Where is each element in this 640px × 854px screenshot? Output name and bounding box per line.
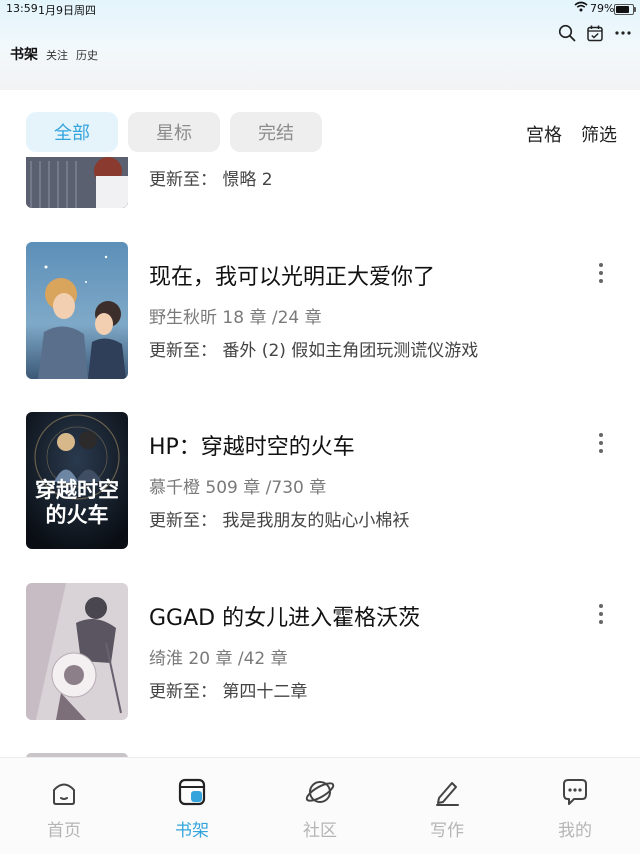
cover-title: 穿越时空的火车 xyxy=(35,478,119,527)
nav-community[interactable]: 社区 xyxy=(285,776,355,841)
more-vertical-icon[interactable] xyxy=(590,601,612,627)
filter-starred[interactable]: 星标 xyxy=(128,112,220,152)
status-date: 1月9日周四 xyxy=(38,4,96,17)
more-vertical-icon[interactable] xyxy=(590,430,612,456)
book-author: 绮淮 xyxy=(149,649,183,669)
book-title: HP：穿越时空的火车 xyxy=(149,435,355,460)
nav-label: 书架 xyxy=(175,821,209,841)
nav-me[interactable]: 我的 xyxy=(540,776,610,841)
status-time: 13:59 xyxy=(6,2,38,15)
battery-percent: 79% xyxy=(590,2,615,15)
nav-write[interactable]: 写作 xyxy=(412,776,482,841)
book-title: 现在，我可以光明正大爱你了 xyxy=(149,265,436,290)
filter-finished[interactable]: 完结 xyxy=(230,112,322,152)
tab-following[interactable]: 关注 xyxy=(46,47,68,63)
grid-view-button[interactable]: 宫格 xyxy=(526,121,562,147)
book-update: 更新至： 我是我朋友的贴心小棉袄 xyxy=(149,511,410,531)
nav-home[interactable]: 首页 xyxy=(29,776,99,841)
planet-icon xyxy=(304,776,336,808)
nav-bookshelf[interactable]: 书架 xyxy=(157,776,227,841)
book-update: 更新至： 憬略 2 xyxy=(149,170,273,190)
book-meta: 野生秋昕 18 章 /24 章 xyxy=(149,303,322,328)
battery-icon xyxy=(614,4,636,15)
tab-bookshelf[interactable]: 书架 xyxy=(10,44,38,64)
search-icon[interactable] xyxy=(556,22,578,44)
nav-label: 我的 xyxy=(558,821,592,841)
header-tabs: 书架 关注 历史 xyxy=(10,44,98,64)
tab-history[interactable]: 历史 xyxy=(76,47,98,63)
more-horizontal-icon[interactable] xyxy=(612,22,634,44)
pen-icon xyxy=(431,776,463,808)
book-cover xyxy=(26,157,128,208)
nav-label: 首页 xyxy=(47,821,81,841)
book-chapters: 20 章 /42 章 xyxy=(188,649,288,669)
book-title: GGAD 的女儿进入霍格沃茨 xyxy=(149,606,421,631)
book-author: 野生秋昕 xyxy=(149,308,217,328)
more-vertical-icon[interactable] xyxy=(590,260,612,286)
book-cover xyxy=(26,583,128,720)
nav-label: 社区 xyxy=(303,821,337,841)
book-cover: 穿越时空的火车 xyxy=(26,412,128,549)
nav-label: 写作 xyxy=(430,821,464,841)
book-update: 更新至： 第四十二章 xyxy=(149,682,308,702)
book-author: 慕千橙 xyxy=(149,478,200,498)
status-bar: 13:59 1月9日周四 79% xyxy=(0,0,640,18)
wifi-icon xyxy=(574,1,588,15)
book-chapters: 18 章 /24 章 xyxy=(222,308,322,328)
book-meta: 绮淮 20 章 /42 章 xyxy=(149,644,288,669)
filter-all[interactable]: 全部 xyxy=(26,112,118,152)
book-item[interactable]: 现在，我可以光明正大爱你了 野生秋昕 18 章 /24 章 更新至： 番外 (2… xyxy=(0,242,640,382)
calendar-check-icon[interactable] xyxy=(584,22,606,44)
book-list: 更新至： 憬略 2 现在，我可以光明正大爱你了 野生秋昕 18 章 /24 章 … xyxy=(0,157,640,757)
home-icon xyxy=(48,776,80,808)
book-meta: 慕千橙 509 章 /730 章 xyxy=(149,473,326,498)
book-cover xyxy=(26,242,128,379)
book-chapters: 509 章 /730 章 xyxy=(205,478,327,498)
top-header: 13:59 1月9日周四 79% 书架 关注 历史 xyxy=(0,0,640,90)
book-item[interactable]: GGAD 的女儿进入霍格沃茨 绮淮 20 章 /42 章 更新至： 第四十二章 xyxy=(0,583,640,723)
book-update: 更新至： 番外 (2) 假如主角团玩测谎仪游戏 xyxy=(149,341,479,361)
bottom-nav: 首页 书架 社区 写作 我的 xyxy=(0,757,640,854)
book-item[interactable]: 穿越时空的火车 HP：穿越时空的火车 慕千橙 509 章 /730 章 更新至：… xyxy=(0,412,640,552)
book-item[interactable]: 更新至： 憬略 2 xyxy=(0,157,640,211)
filter-bar: 全部 星标 完结 宫格 筛选 xyxy=(0,112,640,154)
bookshelf-icon xyxy=(176,776,208,808)
chat-bubble-icon xyxy=(559,776,591,808)
filter-button[interactable]: 筛选 xyxy=(581,121,617,147)
